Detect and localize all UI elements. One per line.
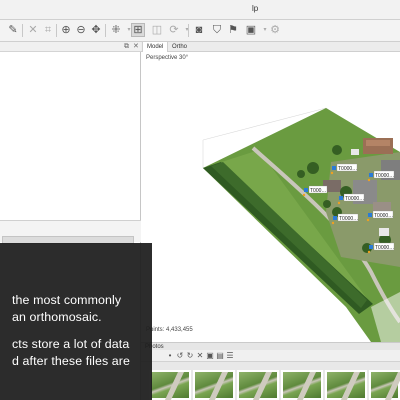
list-icon[interactable]: ☰ <box>225 351 235 361</box>
pencil-icon[interactable]: ✎ <box>6 23 20 37</box>
point-cloud-scene[interactable]: T0000… T0000… T000… T0000… T0000… T0000…… <box>141 52 400 342</box>
flag-icon[interactable]: ⚑ <box>226 23 240 37</box>
tab-ortho[interactable]: Ortho <box>168 42 191 52</box>
settings-icon[interactable]: ⚙ <box>268 23 282 37</box>
zoom-in-icon[interactable]: ⊕ <box>59 23 73 37</box>
image-icon[interactable]: ▣ <box>205 351 215 361</box>
shed <box>351 149 359 155</box>
pane-header: ⧉ ✕ <box>0 42 141 52</box>
dot-icon[interactable]: • <box>165 351 175 361</box>
photo-strip <box>141 362 400 400</box>
float-icon[interactable]: ⧉ <box>124 42 129 52</box>
projection-label: Perspective 30° <box>146 55 189 61</box>
photo-thumbnail[interactable] <box>193 370 235 400</box>
move-icon[interactable]: ✥ <box>89 23 103 37</box>
zoom-out-icon[interactable]: ⊖ <box>74 23 88 37</box>
rotate-icon[interactable]: ⟳ <box>167 23 181 37</box>
marker-label: T0000… <box>375 173 394 179</box>
shield-icon[interactable]: ⛉ <box>210 23 224 37</box>
image-icon[interactable]: ▣ <box>244 23 258 37</box>
tab-model[interactable]: Model <box>142 42 169 52</box>
app-window: lp ✎ ✕ ⌗ ⊕ ⊖ ✥ ⁜ ▾ ⊞ ◫ ⟳ ▾ ◙ ⛉ ⚑ ▣ ▾ ⚙ ⧉… <box>0 0 400 400</box>
rotate-right-icon[interactable]: ↻ <box>185 351 195 361</box>
marker-label: T000… <box>310 188 326 194</box>
menu-item-help[interactable]: lp <box>252 4 258 13</box>
photo-thumbnail[interactable] <box>281 370 323 400</box>
close-icon[interactable]: ✕ <box>133 42 139 52</box>
subtitle-line: the most commonly <box>12 293 122 307</box>
photo-thumbnail[interactable] <box>325 370 367 400</box>
subtitle-line: d after these files are <box>12 354 131 368</box>
delete-icon[interactable]: ✕ <box>195 351 205 361</box>
region-icon[interactable]: ◫ <box>150 23 164 37</box>
subtitle-overlay: the most commonly an orthomosaic. cts st… <box>0 243 152 400</box>
view-tabs: Model Ortho <box>141 42 400 52</box>
photos-toolbar: • ↺ ↻ ✕ ▣ ▤ ☰ <box>141 350 400 362</box>
photos-pane-header: Photos <box>141 342 400 350</box>
photo-thumbnail[interactable] <box>237 370 279 400</box>
marker-label: T0000… <box>339 216 358 222</box>
view-icon[interactable]: ▤ <box>215 351 225 361</box>
menu-bar: lp <box>0 0 400 20</box>
point-count: Points: 4,433,455 <box>146 327 193 333</box>
close-icon[interactable]: ✕ <box>26 23 40 37</box>
rotate-left-icon[interactable]: ↺ <box>175 351 185 361</box>
shed <box>379 228 389 236</box>
grid-icon[interactable]: ⊞ <box>131 23 145 37</box>
marker-label: T0000… <box>375 245 394 251</box>
roof <box>366 140 390 146</box>
marker-label: T0000… <box>338 166 357 172</box>
photo-thumbnail[interactable] <box>149 370 191 400</box>
select-icon[interactable]: ⁜ <box>109 23 123 37</box>
photo-thumbnail[interactable] <box>369 370 400 400</box>
subtitle-line: cts store a lot of data <box>12 337 130 351</box>
model-viewport[interactable]: Model Ortho T0000… T0000… T000… T0000… T… <box>141 42 400 342</box>
marker-label: T0000… <box>374 213 393 219</box>
marker-label: T0000… <box>345 196 364 202</box>
subtitle-line: an orthomosaic. <box>12 310 102 324</box>
crop-icon[interactable]: ⌗ <box>41 23 55 37</box>
main-toolbar: ✎ ✕ ⌗ ⊕ ⊖ ✥ ⁜ ▾ ⊞ ◫ ⟳ ▾ ◙ ⛉ ⚑ ▣ ▾ ⚙ <box>0 20 400 42</box>
camera-icon[interactable]: ◙ <box>192 23 206 37</box>
